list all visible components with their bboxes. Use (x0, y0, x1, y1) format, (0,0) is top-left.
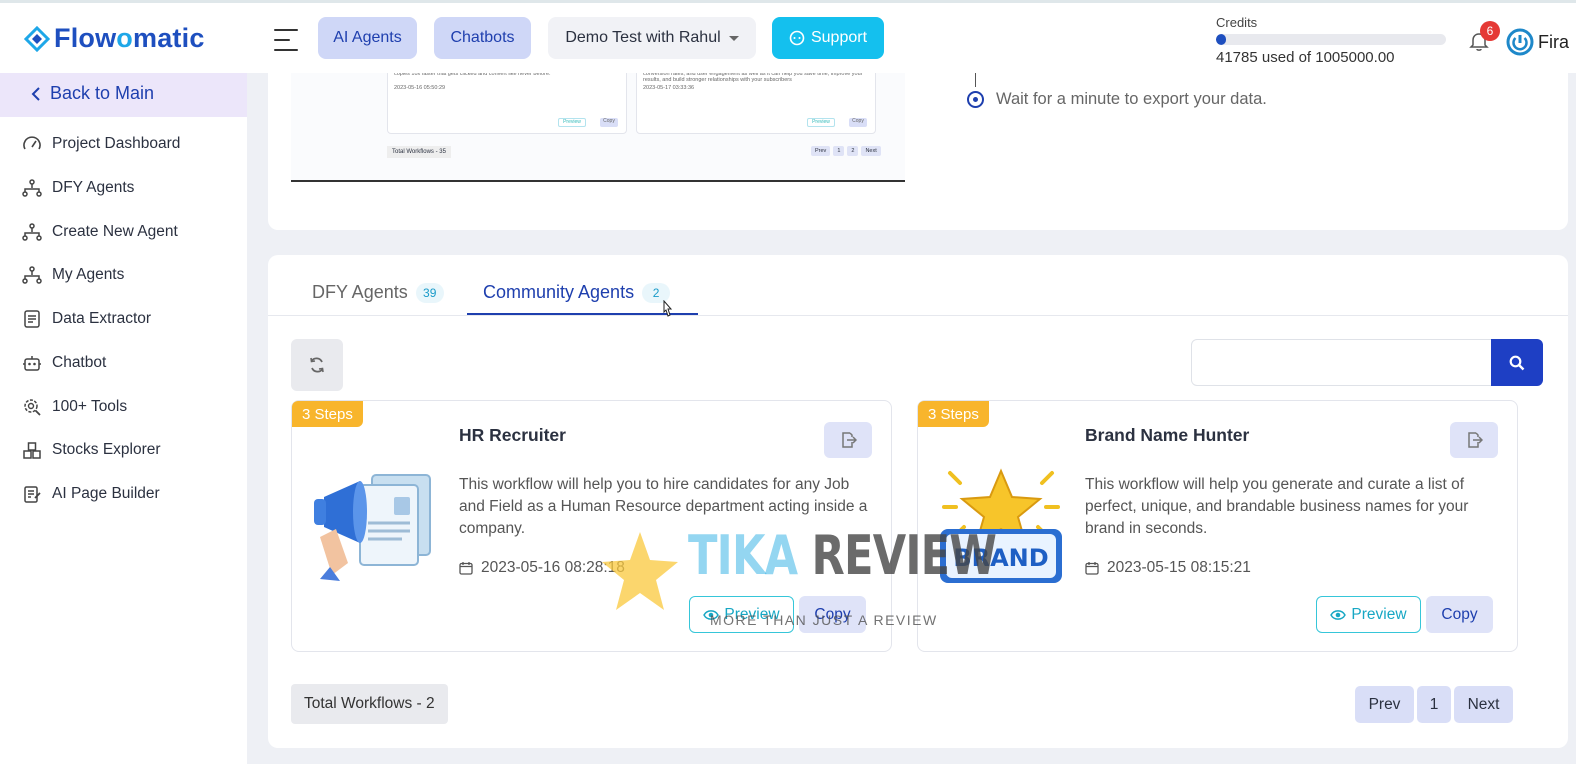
menu-toggle-icon[interactable] (274, 29, 298, 51)
sidebar-item-chatbot[interactable]: Chatbot (22, 350, 106, 376)
support-button[interactable]: Support (772, 17, 884, 59)
preview-button[interactable]: Preview (689, 596, 794, 633)
gear-search-icon (24, 399, 41, 416)
user-name: Fira (1538, 31, 1569, 52)
search-icon (1509, 355, 1525, 370)
workflow-description: This workflow will help you generate and… (1085, 476, 1469, 537)
workflow-description: This workflow will help you to hire cand… (459, 476, 868, 537)
back-to-main-link[interactable]: Back to Main (0, 70, 247, 117)
boxes-icon (23, 442, 41, 459)
preview-button[interactable]: Preview (1316, 596, 1421, 633)
sidebar-item-ai-page-builder[interactable]: AI Page Builder (22, 481, 160, 507)
step-connector (975, 73, 976, 87)
export-button[interactable] (824, 422, 872, 458)
credits-progress-bar (1216, 34, 1446, 45)
brand-star-illustration: BRAND (940, 468, 1062, 583)
mini-total-workflows: Total Workflows - 35 (387, 146, 451, 158)
flowomatic-logo[interactable]: Flowomatic (24, 23, 205, 54)
sidebar-item-project-dashboard[interactable]: Project Dashboard (22, 131, 180, 157)
project-select-value: Demo Test with Rahul (565, 29, 721, 46)
workflow-date: 2023-05-15 08:15:21 (1085, 559, 1251, 577)
workflow-title: HR Recruiter (459, 425, 566, 445)
calendar-icon (1085, 562, 1099, 575)
gauge-icon (23, 136, 41, 150)
tab-community-agents[interactable]: Community Agents 2 (483, 282, 671, 303)
search-input[interactable] (1191, 339, 1492, 386)
search-button[interactable] (1491, 339, 1543, 386)
eye-icon (703, 609, 720, 620)
chatbots-button[interactable]: Chatbots (434, 17, 531, 59)
tab-count-badge: 39 (415, 282, 444, 303)
workflow-card: 3 Steps HR Recruiter This workflow will … (291, 400, 892, 652)
document-icon (24, 310, 40, 328)
page-1-button[interactable]: 1 (1417, 686, 1451, 723)
refresh-icon (310, 357, 324, 373)
sidebar-item-my-agents[interactable]: My Agents (22, 262, 124, 288)
caret-down-icon (728, 35, 739, 41)
export-icon (1468, 432, 1483, 448)
top-bar: Flowomatic AI Agents Chatbots Demo Test … (0, 0, 1576, 73)
mouse-pointer-icon (663, 300, 673, 317)
ai-agents-button[interactable]: AI Agents (318, 17, 417, 59)
credits-meter: Credits 41785 used of 1005000.00 (1216, 15, 1446, 66)
credits-label: Credits (1216, 15, 1258, 30)
workflow-title: Brand Name Hunter (1085, 425, 1250, 445)
tab-dfy-agents[interactable]: DFY Agents 39 (312, 282, 444, 303)
megaphone-resume-illustration (314, 474, 431, 581)
hierarchy-icon (22, 266, 42, 284)
sidebar-item-dfy-agents[interactable]: DFY Agents (22, 175, 134, 201)
sidebar-item-data-extractor[interactable]: Data Extractor (22, 306, 151, 332)
eye-icon (1330, 609, 1347, 620)
step-text: Wait for a minute to export your data. (996, 90, 1267, 108)
project-select[interactable]: Demo Test with Rahul (548, 17, 756, 59)
brand-image-text: BRAND (953, 544, 1048, 572)
workflow-card: 3 Steps Brand Name Hunter BRAND This wor… (917, 400, 1518, 652)
page-builder-icon (24, 486, 41, 503)
export-icon (842, 432, 857, 448)
sidebar-item-stocks-explorer[interactable]: Stocks Explorer (22, 437, 161, 463)
hierarchy-icon (22, 179, 42, 197)
mini-pager: Prev 1 2 Next (811, 146, 881, 156)
hierarchy-icon (22, 223, 42, 241)
calendar-icon (459, 562, 473, 575)
next-page-button[interactable]: Next (1454, 686, 1513, 723)
agent-tabs: DFY Agents 39 Community Agents 2 (268, 270, 1568, 316)
total-workflows: Total Workflows - 2 (291, 684, 448, 724)
steps-badge: 3 Steps (918, 401, 989, 427)
logo-diamond-icon (24, 25, 50, 52)
sidebar-item-create-new-agent[interactable]: Create New Agent (22, 219, 178, 245)
step-marker-icon (967, 91, 984, 108)
copy-button[interactable]: Copy (1426, 596, 1493, 633)
steps-badge: 3 Steps (292, 401, 363, 427)
copy-button[interactable]: Copy (799, 596, 866, 633)
workflow-date: 2023-05-16 08:28:18 (459, 559, 625, 577)
prev-page-button[interactable]: Prev (1355, 686, 1414, 723)
power-icon (1506, 28, 1534, 56)
refresh-button[interactable] (291, 339, 343, 391)
chat-bubble-icon (789, 30, 805, 46)
robot-icon (23, 356, 41, 371)
export-button[interactable] (1450, 422, 1498, 458)
chevron-left-icon (31, 86, 40, 101)
guide-screenshot: This workflow will allow you to create w… (291, 60, 905, 182)
user-menu[interactable]: Fira (1506, 28, 1569, 56)
sidebar-item-tools[interactable]: 100+ Tools (22, 394, 127, 420)
credits-used-text: 41785 used of 1005000.00 (1216, 49, 1395, 66)
notification-badge: 6 (1480, 21, 1500, 41)
